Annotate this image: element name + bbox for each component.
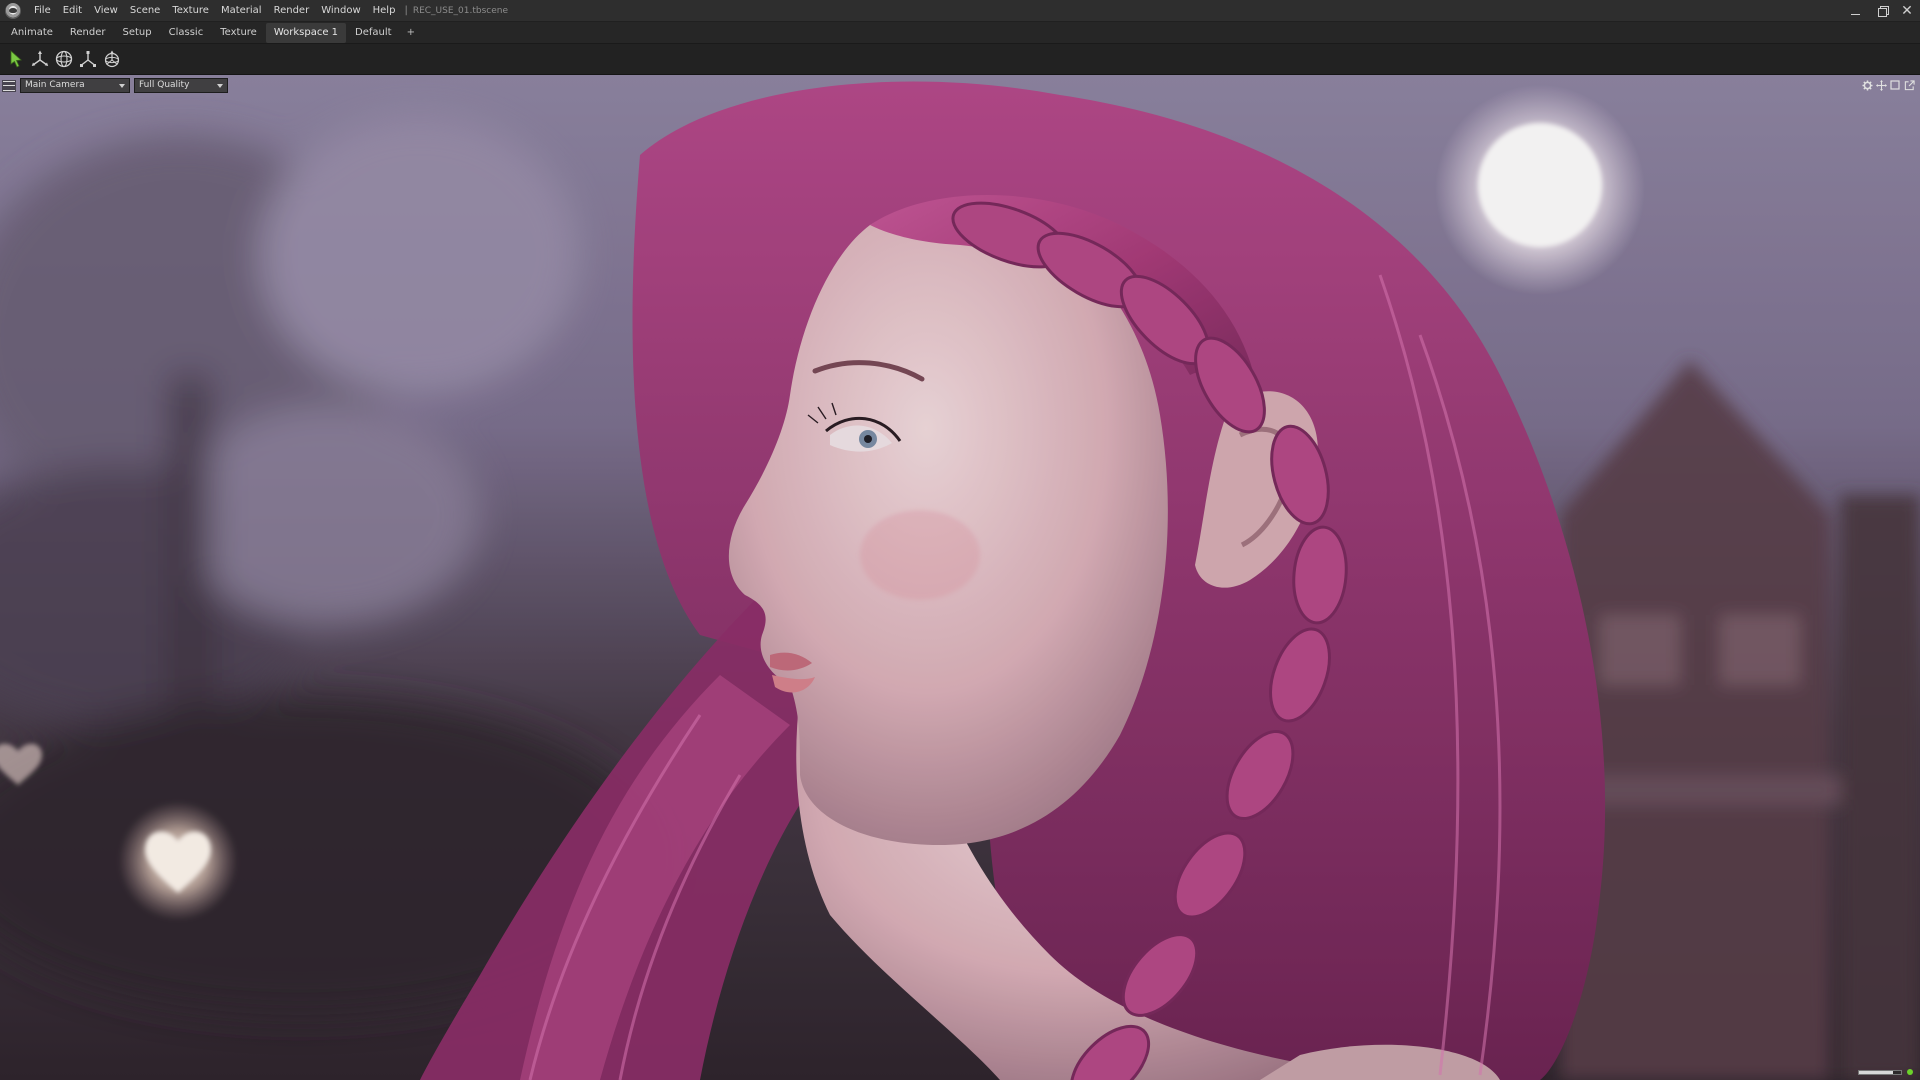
document-title: REC_USE_01.tbscene — [412, 5, 508, 16]
tab-classic[interactable]: Classic — [161, 23, 212, 43]
viewport-popout-button[interactable] — [1902, 78, 1916, 92]
move-icon — [1875, 79, 1887, 91]
select-arrow-icon — [10, 50, 22, 68]
transform-all-icon — [104, 50, 120, 68]
viewport-maximize-button[interactable] — [1888, 78, 1902, 92]
render-status-indicator — [1907, 1069, 1913, 1075]
main-menu: File Edit View Scene Texture Material Re… — [28, 0, 401, 22]
app-window: File Edit View Scene Texture Material Re… — [0, 0, 1920, 1080]
camera-dropdown[interactable]: Main Camera — [20, 78, 130, 93]
menu-texture[interactable]: Texture — [166, 0, 215, 22]
tab-workspace-1[interactable]: Workspace 1 — [265, 22, 347, 43]
close-button[interactable]: ✕ — [1894, 0, 1920, 22]
rotate-gizmo-icon — [55, 50, 73, 68]
scale-gizmo-icon — [80, 51, 96, 67]
maximize-icon — [1890, 80, 1900, 90]
popout-icon — [1904, 79, 1915, 90]
add-tab-button[interactable]: + — [401, 23, 421, 43]
title-separator: | — [404, 5, 408, 16]
viewport-settings-button[interactable] — [1860, 78, 1874, 92]
tab-render[interactable]: Render — [62, 23, 114, 43]
transform-all-tool-button[interactable] — [101, 48, 123, 70]
minimize-button[interactable] — [1842, 0, 1868, 22]
rendered-character-scene — [0, 75, 1920, 1080]
quality-dropdown[interactable]: Full Quality — [134, 78, 228, 93]
tab-animate[interactable]: Animate — [3, 23, 61, 43]
menu-material[interactable]: Material — [215, 0, 268, 22]
translate-gizmo-icon — [31, 50, 49, 66]
rotate-tool-button[interactable] — [53, 48, 75, 70]
viewport-header: Main Camera Full Quality — [2, 78, 232, 93]
select-tool-button[interactable] — [5, 48, 27, 70]
workspace-tabs: Animate Render Setup Classic Texture Wor… — [0, 22, 1920, 44]
viewport-tools — [1860, 78, 1916, 92]
menu-view[interactable]: View — [88, 0, 124, 22]
menu-render[interactable]: Render — [268, 0, 316, 22]
window-controls: ✕ — [1842, 0, 1920, 22]
viewport-menu-icon[interactable] — [2, 79, 16, 92]
render-progress-bar — [1858, 1070, 1902, 1075]
restore-button[interactable] — [1868, 0, 1894, 22]
tab-setup[interactable]: Setup — [115, 23, 160, 43]
render-progress-fill — [1859, 1071, 1893, 1074]
scale-tool-button[interactable] — [77, 48, 99, 70]
render-viewport[interactable]: Main Camera Full Quality — [0, 75, 1920, 1080]
app-logo-icon[interactable] — [5, 2, 21, 19]
tab-default[interactable]: Default — [347, 23, 400, 43]
title-bar: File Edit View Scene Texture Material Re… — [0, 0, 1920, 22]
menu-file[interactable]: File — [28, 0, 57, 22]
viewport-move-button[interactable] — [1874, 78, 1888, 92]
menu-scene[interactable]: Scene — [124, 0, 167, 22]
menu-help[interactable]: Help — [367, 0, 402, 22]
tool-bar — [0, 44, 1920, 75]
translate-tool-button[interactable] — [29, 48, 51, 70]
settings-icon — [1861, 79, 1873, 91]
menu-window[interactable]: Window — [315, 0, 366, 22]
close-icon: ✕ — [1901, 3, 1913, 19]
menu-edit[interactable]: Edit — [57, 0, 88, 22]
tab-texture[interactable]: Texture — [212, 23, 265, 43]
